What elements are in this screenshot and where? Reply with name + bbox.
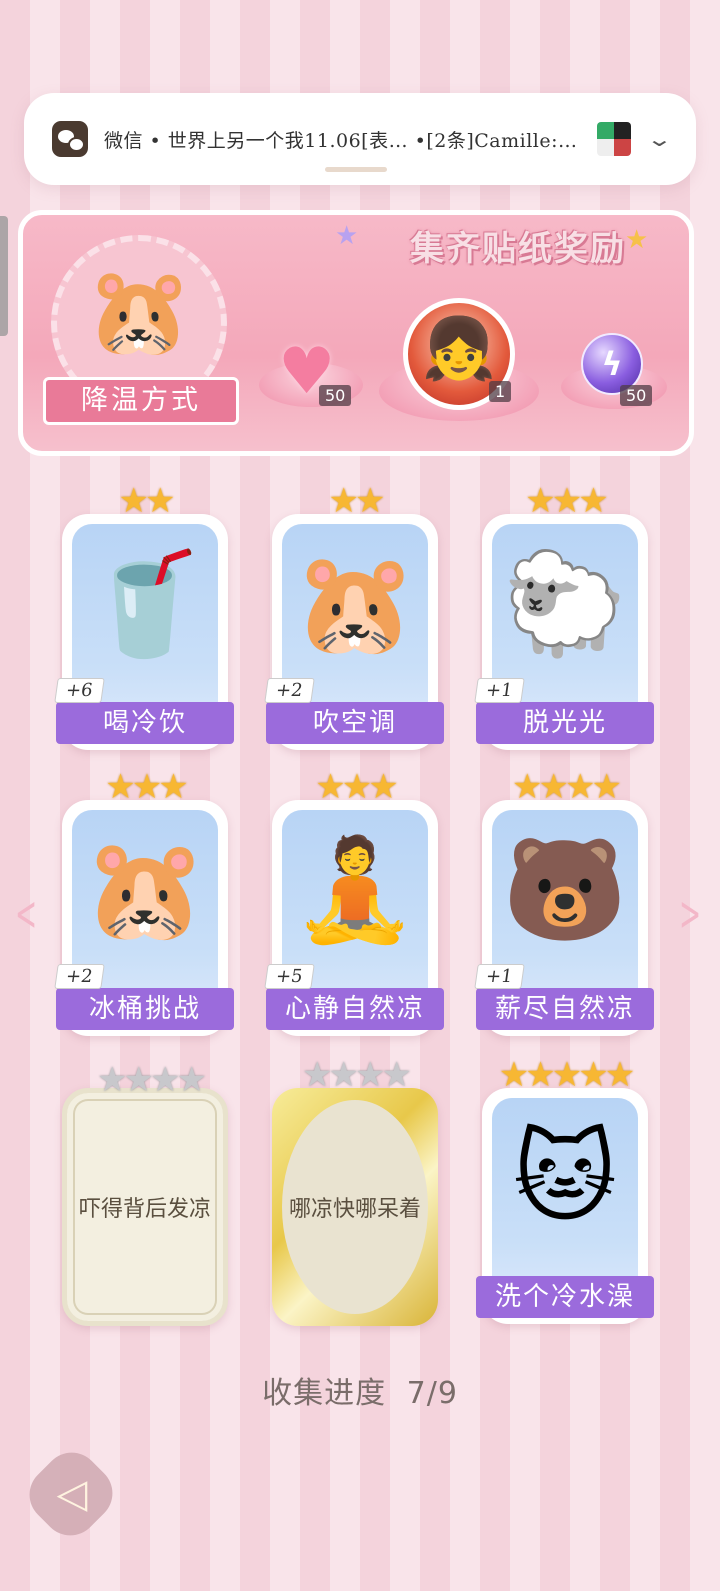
card-title: 脱光光 <box>476 702 654 744</box>
cool-method-label[interactable]: 降温方式 <box>43 377 239 425</box>
card-title: 心静自然凉 <box>266 988 444 1030</box>
group-avatar <box>597 122 632 156</box>
star-icon: ★ <box>328 1055 360 1095</box>
count-badge: +1 <box>474 964 525 989</box>
sticker-illustration: 🐱 <box>512 1119 618 1236</box>
star-icon: ★ <box>604 1055 636 1095</box>
card-title: 冰桶挑战 <box>56 988 234 1030</box>
notification-text: 微信 • 世界上另一个我11.06[表… •[2条]Camille:… <box>104 129 578 152</box>
star-icon: ★ <box>625 225 649 255</box>
star-icon: ★ <box>355 1055 386 1095</box>
chevron-down-icon[interactable]: ⌄ <box>646 127 673 151</box>
progress-label: 收集进度 <box>262 1376 387 1411</box>
banner-title: 集齐贴纸奖励 <box>410 228 626 269</box>
star-icon: ★ <box>328 481 360 521</box>
star-icon: ★ <box>97 1060 128 1100</box>
star-icon: ★ <box>341 767 373 807</box>
star-icon: ★ <box>302 1055 333 1095</box>
star-icon: ★ <box>123 1060 155 1100</box>
star-icon: ★ <box>551 1055 583 1095</box>
collection-progress: 收集进度 7/9 <box>0 1368 720 1412</box>
star-icon: ★ <box>315 767 346 807</box>
locked-sticker-card[interactable]: 哪凉快哪呆着 ★★★★ <box>272 1058 438 1326</box>
star-icon: ★ <box>150 1060 181 1100</box>
sticker-illustration: 🐹 <box>82 831 208 948</box>
reward-count: 50 <box>620 385 653 406</box>
star-icon: ★ <box>512 767 543 807</box>
sticker-illustration: 🐻 <box>502 831 628 948</box>
sticker-card[interactable]: 🐻 薪尽自然凉 +1 ★★★★ <box>474 770 654 1036</box>
star-rating: ★★★ <box>482 484 648 518</box>
star-icon: ★ <box>578 481 609 521</box>
prev-page-arrow[interactable]: < <box>15 890 37 938</box>
star-icon: ★ <box>355 481 386 521</box>
sticker-illustration: 🥤 <box>82 545 208 662</box>
reward-banner: ★ 集齐贴纸奖励 ★ 🐹 降温方式 ♥ 50 👧 1 ϟ 50 <box>18 210 694 456</box>
star-icon: ★ <box>145 481 176 521</box>
next-page-arrow[interactable]: > <box>679 890 701 938</box>
star-icon: ★ <box>578 1055 609 1095</box>
card-art-frame: 🐱 <box>492 1098 638 1304</box>
card-title: 洗个冷水澡 <box>476 1276 654 1318</box>
card-title: 喝冷饮 <box>56 702 234 744</box>
edge-handle[interactable] <box>0 216 8 336</box>
card-title: 哪凉快哪呆着 <box>288 1197 421 1222</box>
card-title: 薪尽自然凉 <box>476 988 654 1030</box>
count-badge: +6 <box>54 678 105 703</box>
star-rating: ★★ <box>62 484 228 518</box>
star-icon: ★ <box>551 481 583 521</box>
sticker-card[interactable]: 🐱 洗个冷水澡 ★★★★★ <box>476 1058 654 1324</box>
star-icon: ★ <box>591 767 622 807</box>
notification-handle[interactable] <box>325 167 387 172</box>
star-icon: ★ <box>131 767 163 807</box>
sticker-card[interactable]: 🐹 冰桶挑战 +2 ★★★ <box>54 770 234 1036</box>
star-icon: ★ <box>381 1055 412 1095</box>
star-icon: ★ <box>525 481 556 521</box>
sticker-card[interactable]: 🧘 心静自然凉 +5 ★★★ <box>264 770 444 1036</box>
wechat-icon <box>52 121 88 157</box>
progress-value: 7/9 <box>406 1376 458 1411</box>
card-title: 吓得背后发凉 <box>78 1197 211 1222</box>
count-badge: +2 <box>264 678 315 703</box>
count-badge: +5 <box>264 964 315 989</box>
star-rating: ★★★★★ <box>482 1058 648 1092</box>
sticker-illustration: 🐑 <box>502 545 628 662</box>
star-icon: ★ <box>176 1060 207 1100</box>
star-icon: ★ <box>158 767 189 807</box>
count-badge: +1 <box>474 678 525 703</box>
star-icon: ★ <box>565 767 596 807</box>
sticker-illustration: 🧘 <box>292 831 418 948</box>
star-rating: ★★★ <box>62 770 228 804</box>
star-icon: ★ <box>335 221 359 251</box>
count-badge: +2 <box>54 964 105 989</box>
back-arrow-icon: ◁ <box>56 1471 88 1517</box>
locked-sticker-card[interactable]: 吓得背后发凉 ★★★★ <box>62 1063 228 1326</box>
star-rating: ★★★★ <box>67 1063 233 1097</box>
card-title: 吹空调 <box>266 702 444 744</box>
star-icon: ★ <box>498 1055 530 1095</box>
star-rating: ★★ <box>272 484 438 518</box>
reward-count: 1 <box>489 381 512 402</box>
sticker-card[interactable]: 🐑 脱光光 +1 ★★★ <box>474 484 654 750</box>
star-icon: ★ <box>368 767 399 807</box>
star-rating: ★★★★ <box>482 770 648 804</box>
star-icon: ★ <box>118 481 150 521</box>
reward-count: 50 <box>319 385 352 406</box>
star-icon: ★ <box>538 767 570 807</box>
star-icon: ★ <box>105 767 136 807</box>
star-rating: ★★★ <box>272 770 438 804</box>
sticker-card[interactable]: 🐹 吹空调 +2 ★★ <box>264 484 444 750</box>
sticker-card[interactable]: 🥤 喝冷饮 +6 ★★ <box>54 484 234 750</box>
star-rating: ★★★★ <box>272 1058 438 1092</box>
sticker-illustration: 🐹 <box>292 545 418 662</box>
star-icon: ★ <box>525 1055 556 1095</box>
